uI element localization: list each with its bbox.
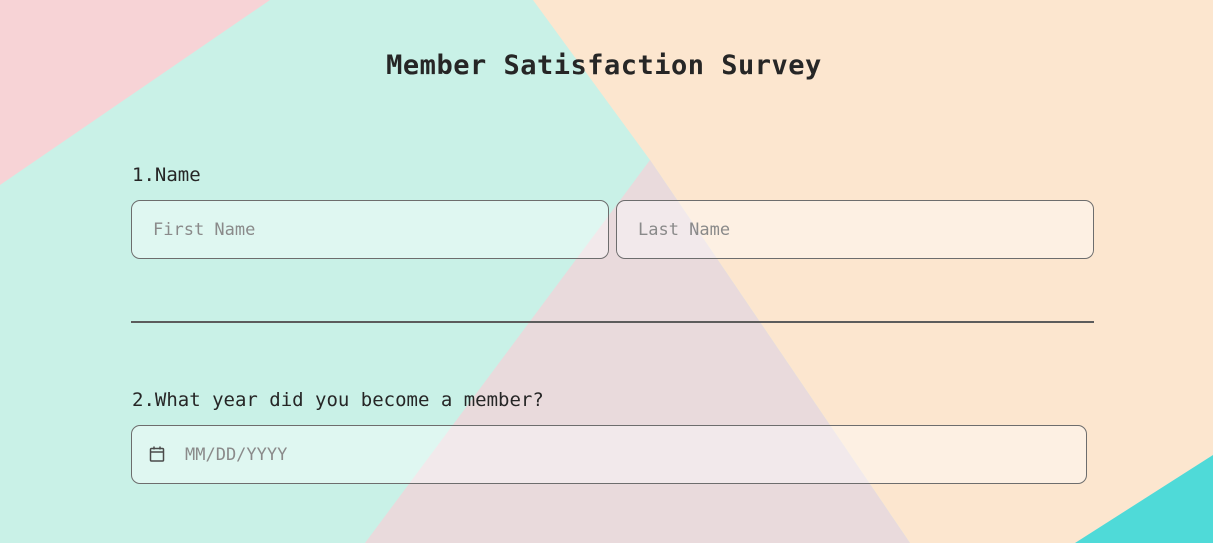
calendar-icon [149, 446, 165, 462]
member-since-date-input[interactable] [131, 425, 1087, 484]
question-1-label: 1.Name [132, 164, 201, 186]
page-title: Member Satisfaction Survey [386, 50, 822, 81]
question-2-label: 2.What year did you become a member? [132, 389, 544, 411]
section-divider [131, 321, 1094, 323]
last-name-input[interactable] [616, 200, 1094, 259]
member-since-date-picker[interactable] [131, 425, 1087, 484]
survey-form: Member Satisfaction Survey 1.Name 2.What… [0, 0, 1213, 543]
first-name-input[interactable] [131, 200, 609, 259]
